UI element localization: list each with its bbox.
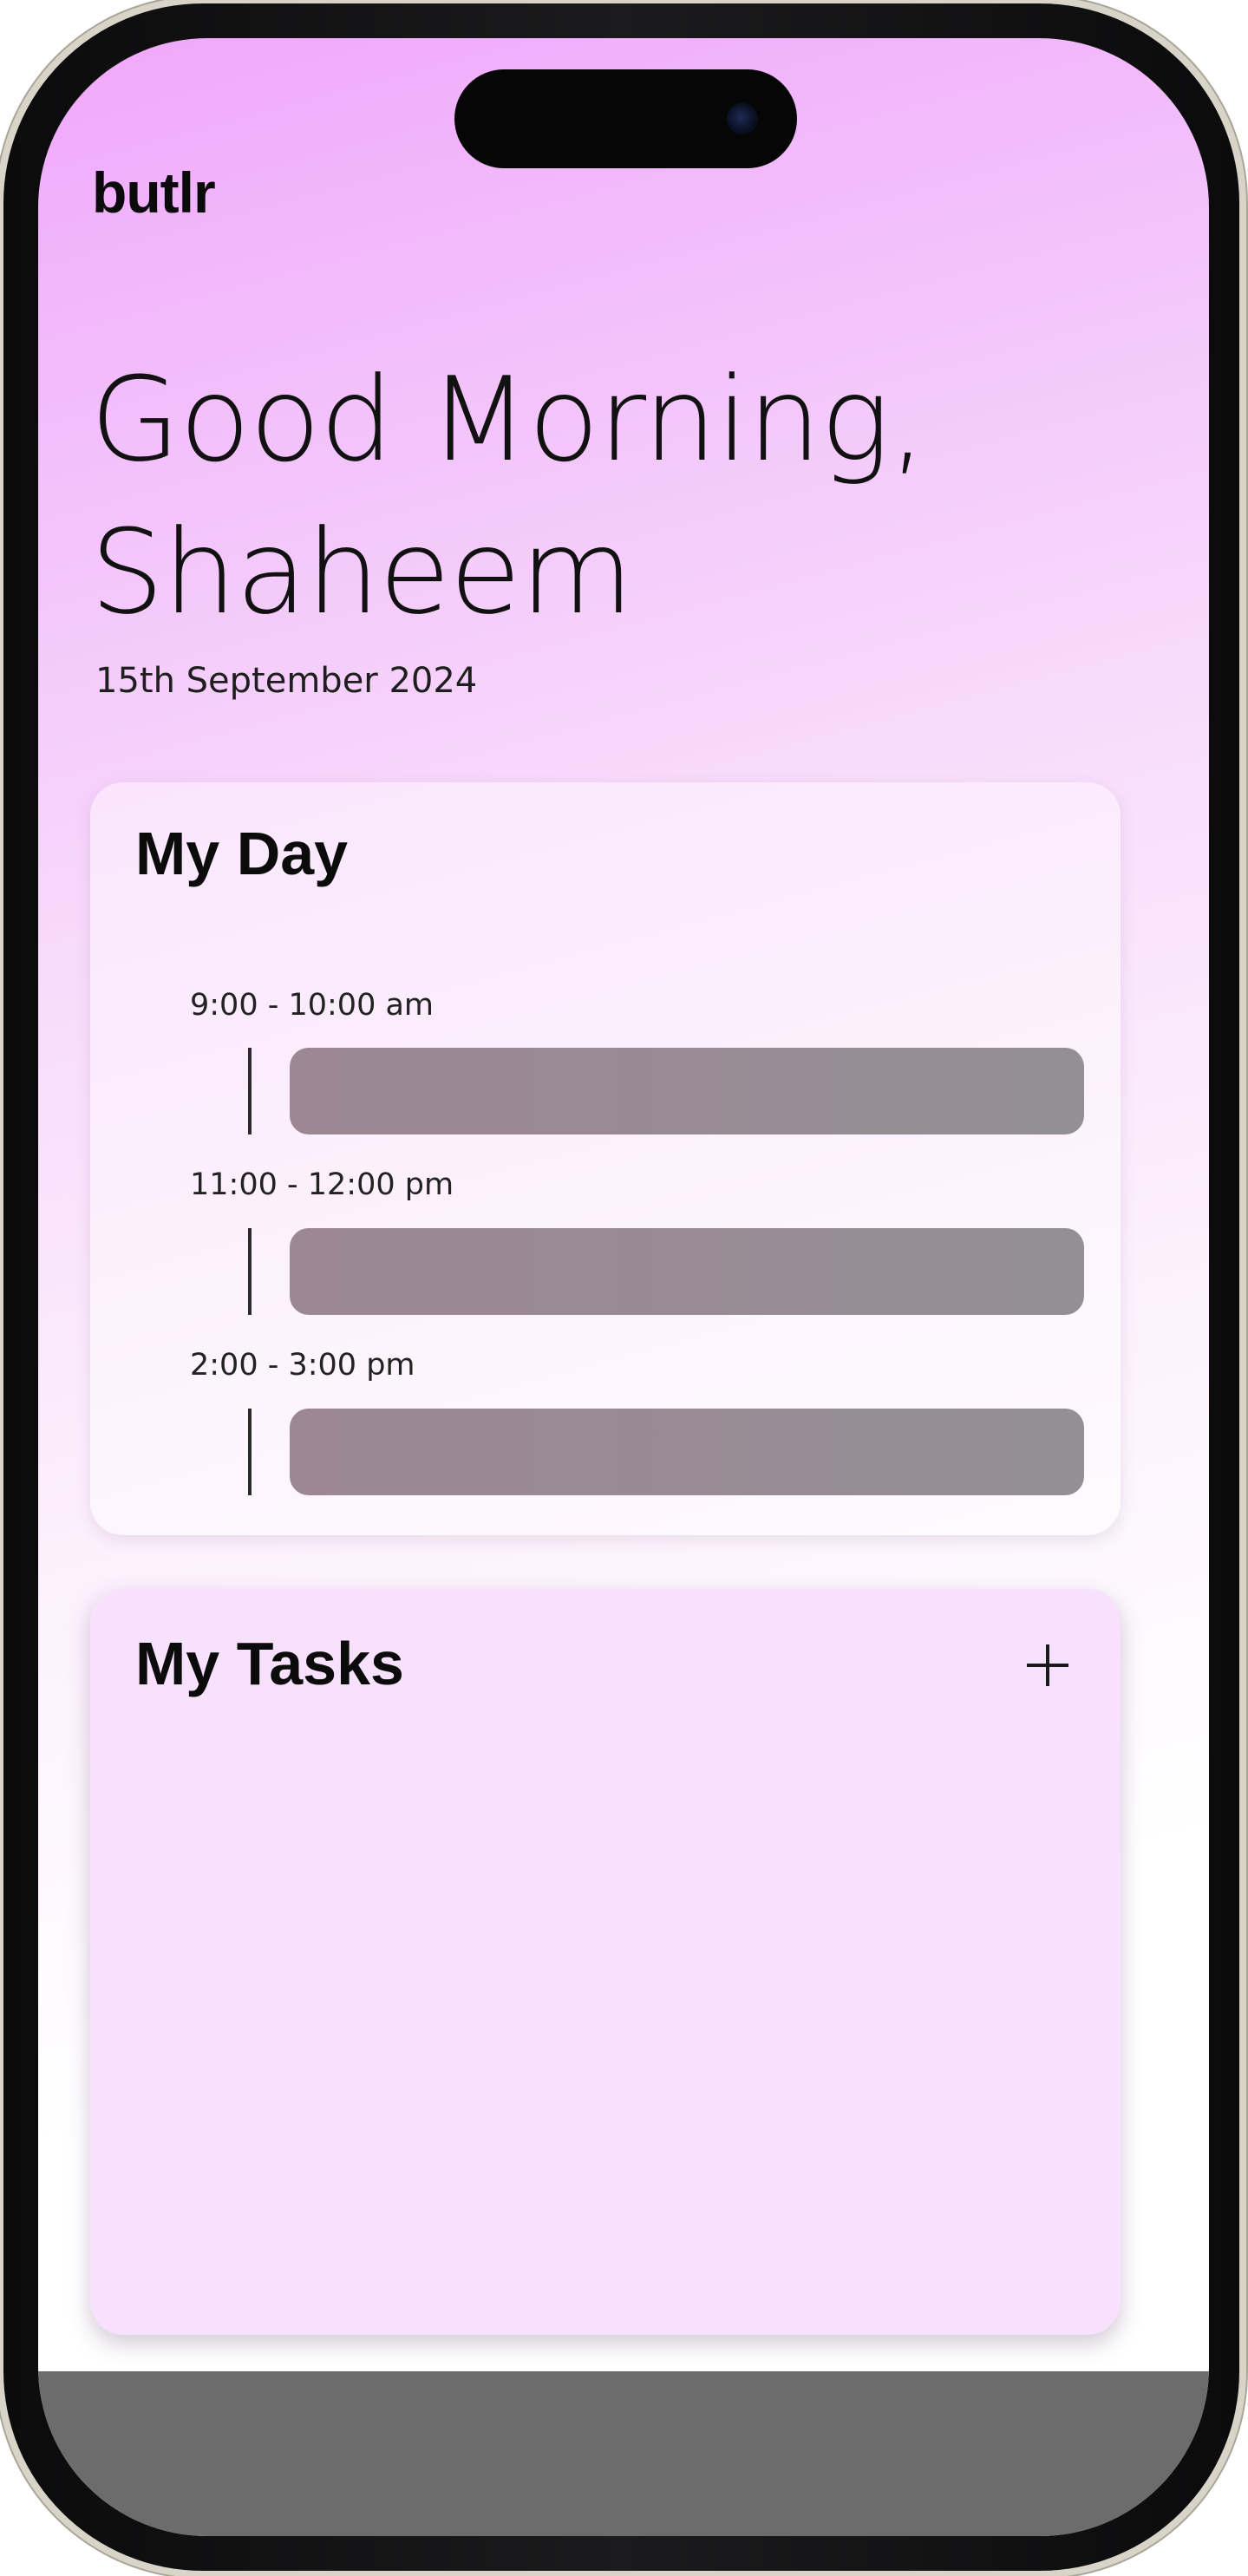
add-task-button[interactable] [1027, 1644, 1068, 1686]
time-slot-label: 9:00 - 10:00 am [190, 988, 435, 1023]
time-slot-label: 11:00 - 12:00 pm [190, 1167, 454, 1202]
dynamic-island [454, 69, 797, 168]
calendar-event[interactable] [290, 1409, 1084, 1495]
user-name: Shaheem [90, 505, 633, 640]
phone-frame: butlr Good Morning, Shaheem 15th Septemb… [3, 3, 1239, 2571]
current-date: 15th September 2024 [95, 661, 478, 701]
timeline-marker [248, 1409, 252, 1495]
my-tasks-title: My Tasks [135, 1630, 404, 1697]
camera-icon [727, 103, 758, 134]
app-screen: butlr Good Morning, Shaheem 15th Septemb… [38, 38, 1209, 2536]
my-day-title: My Day [135, 820, 349, 887]
timeline-marker [248, 1228, 252, 1315]
time-slot-label: 2:00 - 3:00 pm [190, 1348, 415, 1383]
greeting-line: Good Morning, [90, 352, 926, 487]
calendar-event[interactable] [290, 1228, 1084, 1315]
my-tasks-card: My Tasks [90, 1589, 1121, 2335]
calendar-event[interactable] [290, 1048, 1084, 1134]
timeline-marker [248, 1048, 252, 1134]
my-day-card: My Day 9:00 - 10:00 am 11:00 - 12:00 pm … [90, 782, 1121, 1535]
greeting-heading: Good Morning, Shaheem [90, 343, 926, 649]
bottom-bar [38, 2371, 1209, 2536]
app-logo: butlr [92, 160, 216, 225]
